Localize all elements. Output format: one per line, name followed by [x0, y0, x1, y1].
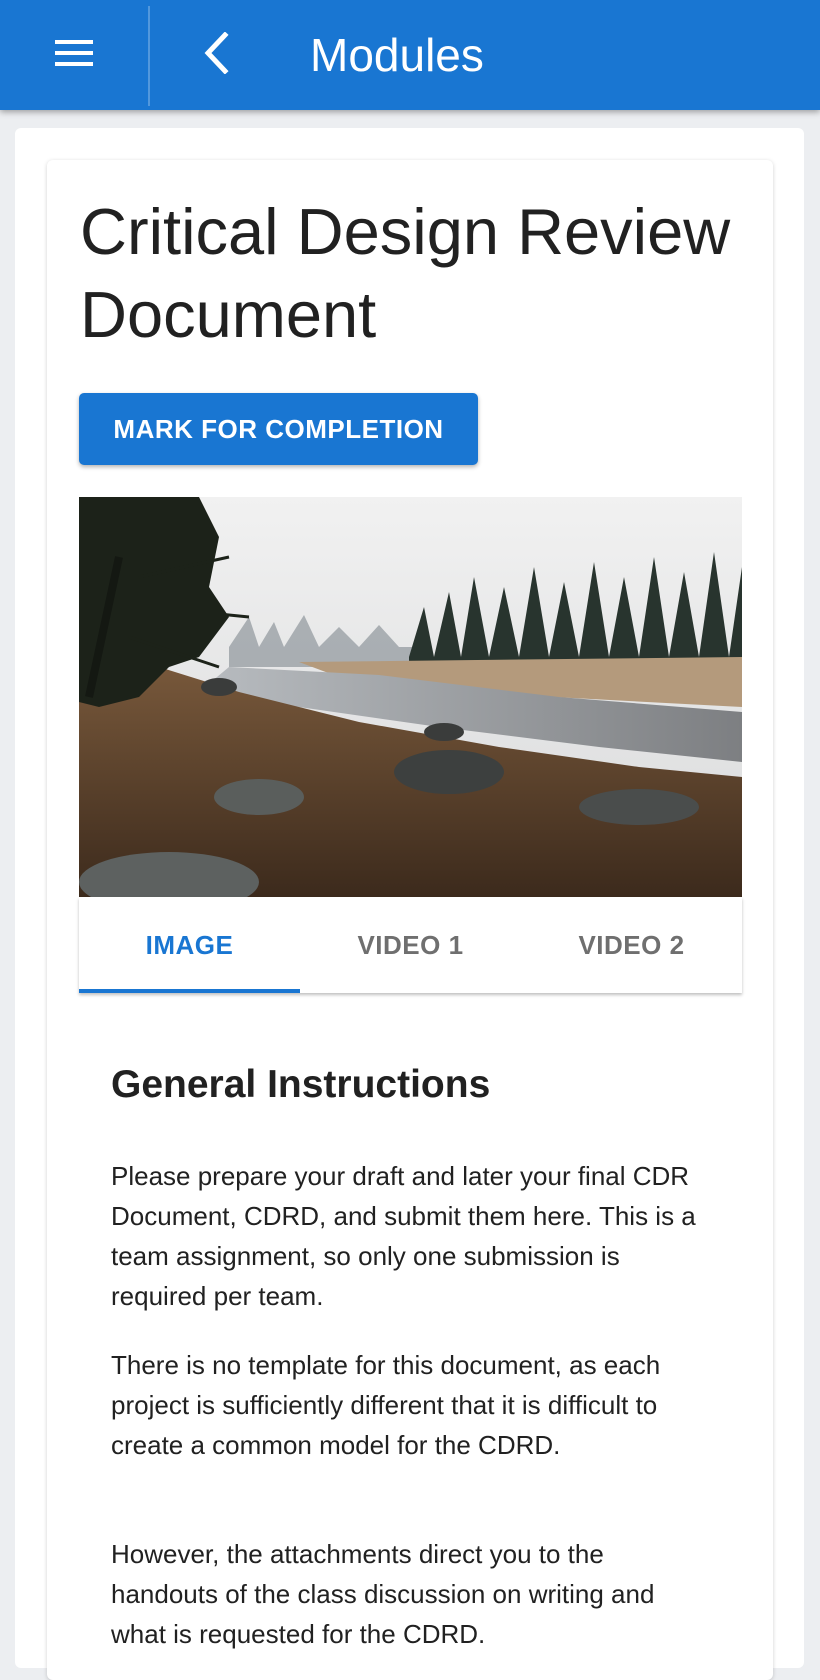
module-image [79, 497, 742, 897]
app-bar: Modules [0, 0, 820, 110]
chevron-left-icon [203, 30, 229, 79]
hamburger-menu-icon [55, 39, 93, 72]
tab-image[interactable]: IMAGE [79, 897, 300, 993]
appbar-divider [148, 6, 150, 106]
page-title: Critical Design Review Document [80, 195, 731, 351]
mark-for-completion-button[interactable]: MARK FOR COMPLETION [79, 393, 478, 465]
active-tab-indicator [79, 989, 300, 993]
instruction-paragraph: However, the attachments direct you to t… [111, 1539, 655, 1649]
tab-video-2[interactable]: VIDEO 2 [521, 897, 742, 993]
media-tabs: IMAGE VIDEO 1 VIDEO 2 [79, 897, 742, 993]
back-button[interactable] [186, 0, 246, 110]
menu-button[interactable] [0, 0, 148, 110]
section-heading: General Instructions [111, 1063, 491, 1106]
tab-video-1[interactable]: VIDEO 1 [300, 897, 521, 993]
instruction-paragraph: There is no template for this document, … [111, 1350, 661, 1460]
instruction-paragraph: Please prepare your draft and later your… [111, 1161, 696, 1311]
appbar-title: Modules [310, 29, 484, 81]
